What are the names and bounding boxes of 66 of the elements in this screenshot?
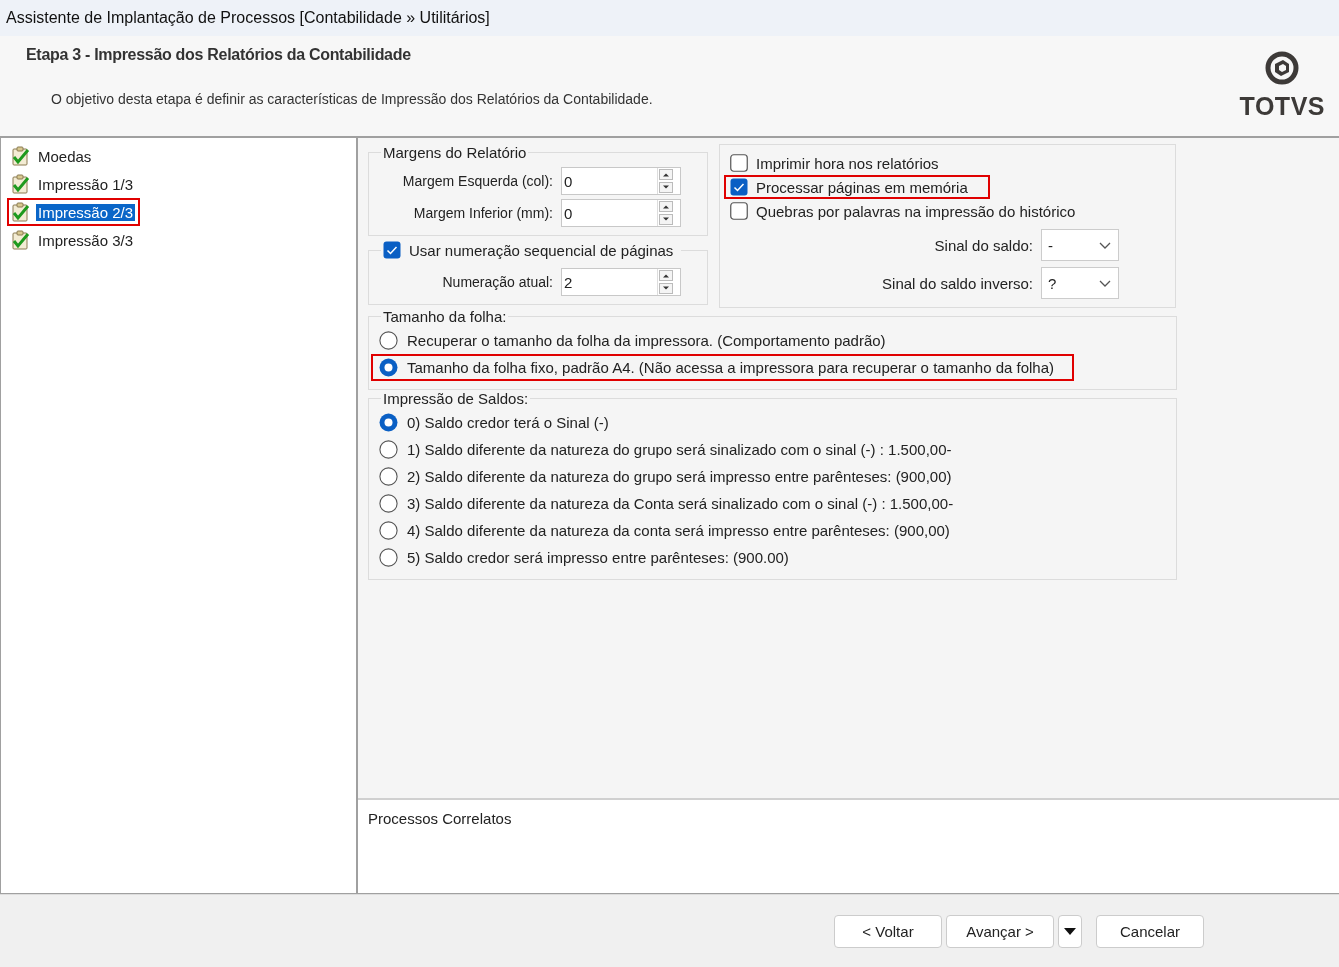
- spin-field[interactable]: 0: [561, 167, 681, 195]
- step-label: Impressão 2/3: [36, 203, 136, 221]
- dropdown[interactable]: ?: [1041, 267, 1119, 299]
- radio-label: 2) Saldo diferente da natureza do grupo será impresso entre parênteses: (900,00): [407, 468, 952, 485]
- step-label: Moedas: [37, 147, 93, 165]
- group-title: Tamanho da folha:: [382, 308, 508, 325]
- checkbox[interactable]: [730, 154, 748, 172]
- group-title: Margens do Relatório: [382, 144, 528, 161]
- clipboard-check-icon: [11, 202, 30, 222]
- field-label: Margem Esquerda (col):: [402, 173, 553, 189]
- field-label: Sinal do saldo inverso:: [882, 274, 1033, 292]
- radio-label: 5) Saldo credor será impresso entre parênteses: (900.00): [407, 549, 789, 566]
- step-item[interactable]: Impressão 3/3: [7, 226, 141, 254]
- spin-down-icon[interactable]: [659, 182, 673, 193]
- dropdown-button[interactable]: [1058, 914, 1082, 948]
- spin-field[interactable]: 0: [561, 199, 681, 227]
- radio-button[interactable]: [379, 467, 398, 486]
- step-item[interactable]: Impressão 1/3: [7, 170, 141, 198]
- caret-down-icon: [1063, 926, 1077, 936]
- dropdown[interactable]: -: [1041, 229, 1119, 261]
- spin-up-icon[interactable]: [659, 270, 673, 281]
- step-item[interactable]: Moedas: [7, 142, 99, 170]
- checkbox-label: Usar numeração sequencial de páginas: [409, 241, 674, 259]
- radio-label: 0) Saldo credor terá o Sinal (-): [407, 414, 609, 431]
- radio-label: 4) Saldo diferente da natureza da conta será impresso entre parênteses: (900,00): [407, 522, 950, 539]
- checkbox-label: Quebras por palavras na impressão do histórico: [756, 202, 1076, 220]
- step-label: Impressão 3/3: [37, 231, 135, 249]
- radio-button[interactable]: [379, 494, 398, 513]
- checkbox[interactable]: [383, 241, 401, 259]
- step-description: O objetivo desta etapa é definir as características de Impressão dos Relatórios da Contabilidade.: [51, 91, 653, 107]
- radio-button[interactable]: [379, 413, 398, 432]
- checkbox[interactable]: [730, 178, 748, 196]
- field-label: Margem Inferior (mm):: [413, 205, 553, 221]
- wizard-button[interactable]: < Voltar: [834, 914, 942, 948]
- radio-button[interactable]: [379, 440, 398, 459]
- radio-button[interactable]: [379, 548, 398, 567]
- radio-label: 3) Saldo diferente da natureza da Conta será sinalizado com o sinal (-) : 1.500,00-: [407, 495, 954, 512]
- spin-field[interactable]: 2: [561, 268, 681, 296]
- radio-button[interactable]: [379, 331, 398, 350]
- wizard-button[interactable]: Cancelar: [1096, 914, 1204, 948]
- logo-text: TOTVS: [1239, 92, 1325, 121]
- clipboard-check-icon: [11, 230, 30, 250]
- radio-label: Tamanho da folha fixo, padrão A4. (Não acessa a impressora para recuperar o tamanho da folha): [407, 359, 1055, 376]
- field-label: Sinal do saldo:: [934, 236, 1033, 254]
- checkbox-label: Processar páginas em memória: [756, 178, 968, 196]
- checkbox-label: Imprimir hora nos relatórios: [756, 154, 939, 172]
- spin-up-icon[interactable]: [659, 169, 673, 180]
- clipboard-check-icon: [11, 174, 30, 194]
- step-label: Impressão 1/3: [37, 175, 135, 193]
- step-item[interactable]: Impressão 2/3: [7, 198, 141, 226]
- radio-label: 1) Saldo diferente da natureza do grupo será sinalizado com o sinal (-) : 1.500,00-: [407, 441, 952, 458]
- clipboard-check-icon: [11, 146, 30, 166]
- group-title: Impressão de Saldos:: [382, 390, 530, 407]
- related-title: Processos Correlatos: [368, 810, 512, 827]
- spin-down-icon[interactable]: [659, 283, 673, 294]
- radio-label: Recuperar o tamanho da folha da impressora. (Comportamento padrão): [407, 332, 886, 349]
- window-title: Assistente de Implantação de Processos [Contabilidade » Utilitários]: [0, 0, 1339, 36]
- step-title: Etapa 3 - Impressão dos Relatórios da Contabilidade: [26, 46, 412, 64]
- logo-icon: [1264, 50, 1301, 86]
- checkbox[interactable]: [730, 202, 748, 220]
- wizard-button[interactable]: Avançar >: [946, 914, 1054, 948]
- radio-button[interactable]: [379, 358, 398, 377]
- field-label: Numeração atual:: [442, 274, 553, 290]
- spin-up-icon[interactable]: [659, 201, 673, 212]
- spin-down-icon[interactable]: [659, 214, 673, 225]
- radio-button[interactable]: [379, 521, 398, 540]
